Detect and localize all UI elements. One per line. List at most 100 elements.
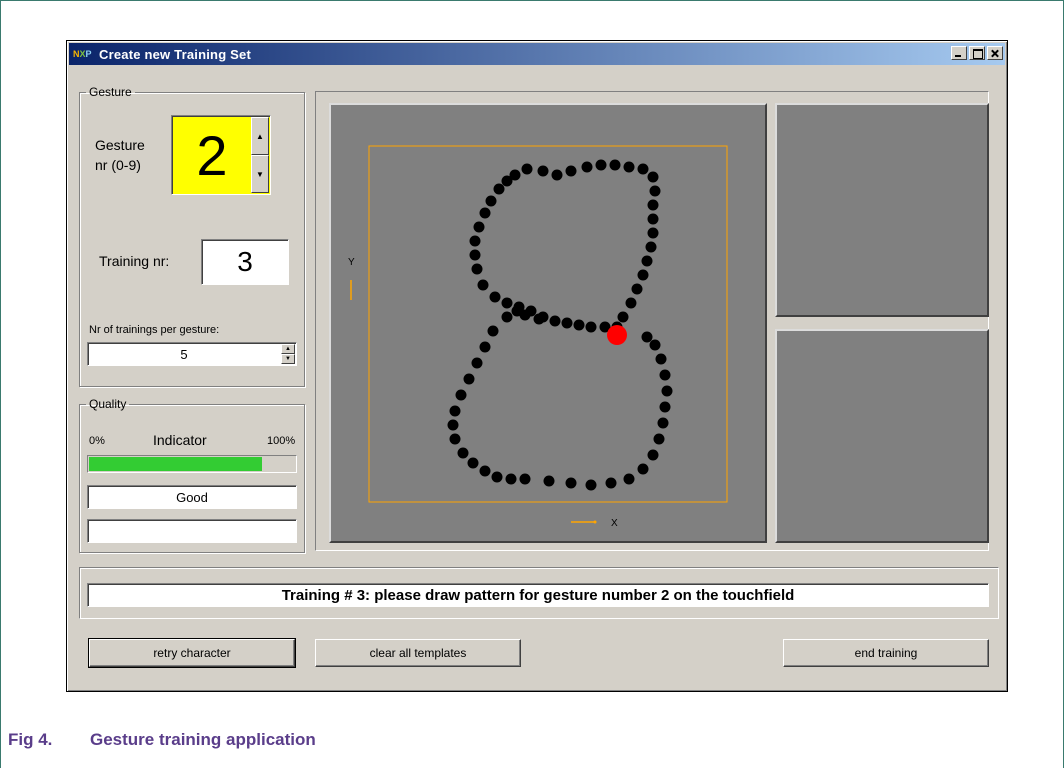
maximize-icon[interactable] (969, 46, 985, 60)
stroke-dot (565, 477, 577, 489)
stroke-dot (485, 195, 497, 207)
training-nr-field[interactable]: 3 (201, 239, 289, 285)
quality-indicator-label: Indicator (153, 432, 207, 448)
stroke-dot (645, 241, 657, 253)
stroke-dot (551, 169, 563, 181)
stroke-dot (533, 313, 545, 325)
close-icon[interactable] (987, 46, 1003, 60)
stroke-dot (647, 213, 659, 225)
training-nr-label: Training nr: (99, 253, 170, 269)
stroke-dot (501, 311, 513, 323)
current-point-dot (607, 325, 627, 345)
end-training-button[interactable]: end training (783, 639, 989, 667)
stroke-dot (625, 297, 637, 309)
stroke-dot (449, 405, 461, 417)
stroke-dot (647, 199, 659, 211)
stroke-dot (655, 353, 667, 365)
stroke-dot (519, 309, 531, 321)
stroke-dot (519, 473, 531, 485)
quality-text-field: Good (87, 485, 297, 509)
stroke-dot (631, 283, 643, 295)
stroke-dot (561, 317, 573, 329)
stroke-dot (471, 357, 483, 369)
stroke-dot (549, 315, 561, 327)
stroke-dot (455, 389, 467, 401)
stroke-dot (479, 465, 491, 477)
stroke-dot (479, 341, 491, 353)
stroke-dot (447, 419, 459, 431)
app-logo-icon: NXP (73, 49, 92, 59)
per-gesture-stepper[interactable]: 5 ▲ ▼ (87, 342, 297, 366)
touchfield-canvas[interactable]: Y X (329, 103, 767, 543)
touchfield-drawing: Y X (348, 145, 728, 529)
stroke-dot (477, 279, 489, 291)
preview-panel-bottom (775, 329, 989, 543)
stroke-dot (479, 207, 491, 219)
per-gesture-value: 5 (180, 346, 188, 362)
per-gesture-spin-buttons: ▲ ▼ (281, 344, 295, 364)
quality-progress-fill (89, 457, 262, 471)
stroke-dot (585, 321, 597, 333)
stroke-dot (585, 479, 597, 491)
stroke-dot (641, 331, 653, 343)
stroke-dot (491, 471, 503, 483)
touch-area-border (368, 145, 728, 503)
stroke-dot (463, 373, 475, 385)
gesture-group-legend: Gesture (89, 85, 132, 99)
x-axis-arrow-tip (593, 520, 597, 524)
stroke-dot (573, 319, 585, 331)
stroke-dot (537, 165, 549, 177)
window-title: Create new Training Set (99, 46, 251, 62)
figure-title: Gesture training application (90, 730, 316, 749)
gesture-spin-buttons: ▲ ▼ (251, 117, 269, 193)
clear-all-templates-button[interactable]: clear all templates (315, 639, 521, 667)
stroke-dot (623, 161, 635, 173)
training-window: NXP Create new Training Set Gesture Gest… (66, 40, 1008, 692)
stroke-dot (501, 297, 513, 309)
stroke-dot (543, 475, 555, 487)
stroke-dot (457, 447, 469, 459)
stroke-dot (661, 385, 673, 397)
stroke-dot (637, 269, 649, 281)
gesture-down-arrow-icon[interactable]: ▼ (251, 155, 269, 193)
stroke-dot (521, 163, 533, 175)
stroke-dot (637, 163, 649, 175)
figure-number: Fig 4. (8, 730, 53, 749)
drawn-stroke-dots (447, 159, 673, 491)
x-axis-label: X (611, 518, 618, 529)
stroke-dot (641, 255, 653, 267)
minimize-icon[interactable] (951, 46, 967, 60)
stroke-dot (467, 457, 479, 469)
per-gesture-label: Nr of trainings per gesture: (89, 324, 220, 336)
stroke-dot (469, 235, 481, 247)
title-bar[interactable]: NXP Create new Training Set (69, 43, 1005, 65)
stroke-dot (471, 263, 483, 275)
stroke-dot (509, 169, 521, 181)
quality-min-label: 0% (89, 435, 105, 447)
y-axis-label: Y (348, 257, 355, 268)
stroke-dot (609, 159, 621, 171)
stroke-dot (623, 473, 635, 485)
stroke-dot (605, 477, 617, 489)
gesture-number-stepper[interactable]: 2 ▲ ▼ (171, 115, 271, 195)
stroke-dot (653, 433, 665, 445)
status-message: Training # 3: please draw pattern for ge… (87, 583, 989, 607)
quality-progress-bar (87, 455, 297, 473)
stroke-dot (469, 249, 481, 261)
stroke-dot (487, 325, 499, 337)
stroke-dot (595, 159, 607, 171)
stroke-dot (647, 227, 659, 239)
gesture-nr-label-line1: Gesture (95, 137, 145, 153)
per-gesture-down-arrow-icon[interactable]: ▼ (281, 354, 295, 364)
gesture-up-arrow-icon[interactable]: ▲ (251, 117, 269, 155)
quality-secondary-field (87, 519, 297, 543)
window-controls (949, 46, 1003, 60)
quality-group-legend: Quality (89, 397, 127, 411)
stroke-dot (647, 171, 659, 183)
stroke-dot (659, 369, 671, 381)
retry-character-button[interactable]: retry character (88, 638, 296, 668)
stroke-dot (473, 221, 485, 233)
per-gesture-up-arrow-icon[interactable]: ▲ (281, 344, 295, 354)
stroke-dot (637, 463, 649, 475)
stroke-dot (505, 473, 517, 485)
